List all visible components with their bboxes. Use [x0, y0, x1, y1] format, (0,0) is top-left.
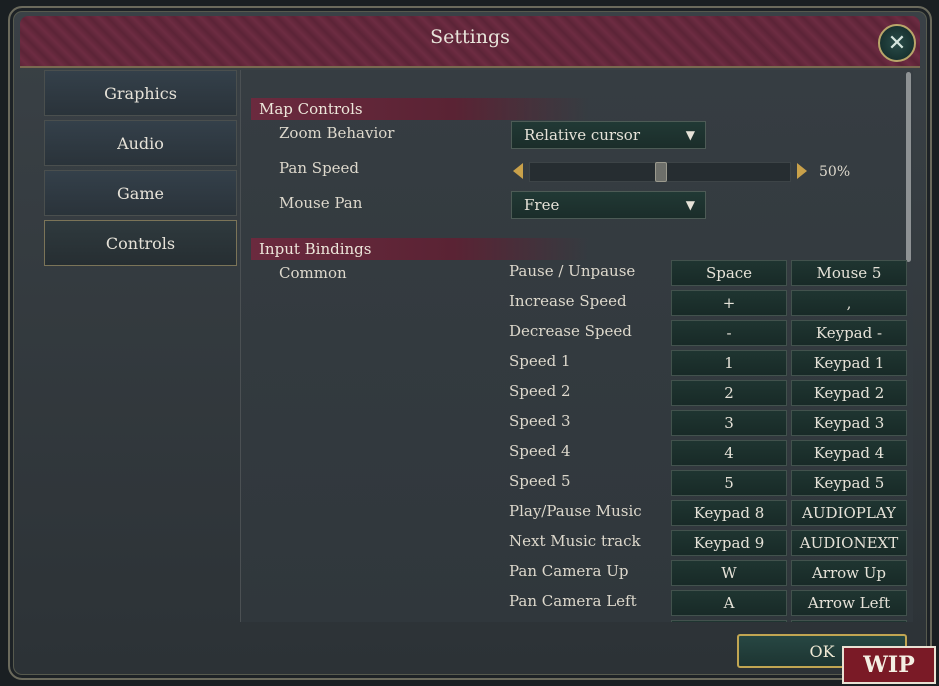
- primary-key-button[interactable]: -: [671, 320, 787, 346]
- primary-key-button[interactable]: 2: [671, 380, 787, 406]
- primary-key-button[interactable]: +: [671, 290, 787, 316]
- binding-action-label: Speed 1: [509, 352, 571, 370]
- section-header-map-controls: Map Controls: [251, 98, 589, 120]
- secondary-key-button[interactable]: Keypad 4: [791, 440, 907, 466]
- mouse-pan-dropdown[interactable]: Free ▼: [511, 191, 706, 219]
- binding-action-label: Pan Camera Up: [509, 562, 629, 580]
- tab-graphics[interactable]: Graphics: [44, 70, 237, 116]
- slider-decrease-icon[interactable]: [513, 163, 523, 179]
- dropdown-value: Free: [524, 196, 560, 214]
- controls-panel: Map Controls Zoom Behavior Relative curs…: [240, 70, 913, 622]
- primary-key-button[interactable]: 3: [671, 410, 787, 436]
- close-icon: ✕: [887, 30, 907, 56]
- primary-key-button[interactable]: Keypad 8: [671, 500, 787, 526]
- primary-key-button[interactable]: 4: [671, 440, 787, 466]
- primary-key-button[interactable]: A: [671, 590, 787, 616]
- slider-increase-icon[interactable]: [797, 163, 807, 179]
- settings-window: Settings ✕ Graphics Audio Game Controls …: [8, 6, 932, 680]
- secondary-key-button[interactable]: Arrow Up: [791, 560, 907, 586]
- binding-action-label: Pause / Unpause: [509, 262, 636, 280]
- binding-action-label: Speed 3: [509, 412, 571, 430]
- section-header-input-bindings: Input Bindings: [251, 238, 589, 260]
- title-bar: Settings ✕: [20, 16, 920, 68]
- scrollbar[interactable]: [906, 72, 911, 262]
- primary-key-button[interactable]: 1: [671, 350, 787, 376]
- close-button[interactable]: ✕: [878, 24, 916, 62]
- primary-key-button[interactable]: Keypad 9: [671, 530, 787, 556]
- pan-speed-slider[interactable]: [511, 162, 811, 182]
- slider-track[interactable]: [529, 162, 791, 182]
- binding-action-label: Speed 4: [509, 442, 571, 460]
- secondary-key-button[interactable]: AUDIOPLAY: [791, 500, 907, 526]
- binding-action-label: Increase Speed: [509, 292, 627, 310]
- secondary-key-button[interactable]: Arrow Left: [791, 590, 907, 616]
- secondary-key-button[interactable]: AUDIONEXT: [791, 530, 907, 556]
- key-button[interactable]: [791, 620, 907, 622]
- binding-action-label: Play/Pause Music: [509, 502, 642, 520]
- binding-action-label: Speed 5: [509, 472, 571, 490]
- tab-label: Graphics: [104, 83, 177, 103]
- secondary-key-button[interactable]: Keypad 3: [791, 410, 907, 436]
- wip-badge: WIP: [842, 646, 936, 684]
- binding-action-label: Decrease Speed: [509, 322, 632, 340]
- secondary-key-button[interactable]: ,: [791, 290, 907, 316]
- pan-speed-value: 50%: [819, 164, 851, 180]
- zoom-behavior-label: Zoom Behavior: [279, 124, 395, 142]
- secondary-key-button[interactable]: Keypad -: [791, 320, 907, 346]
- tab-label: Controls: [105, 233, 176, 253]
- tab-label: Game: [117, 183, 164, 203]
- settings-tabs: Graphics Audio Game Controls: [44, 70, 237, 270]
- slider-thumb[interactable]: [655, 162, 667, 182]
- primary-key-button[interactable]: W: [671, 560, 787, 586]
- ok-label: OK: [809, 641, 835, 661]
- pan-speed-label: Pan Speed: [279, 159, 360, 177]
- chevron-down-icon: ▼: [685, 128, 695, 142]
- tab-game[interactable]: Game: [44, 170, 237, 216]
- binding-action-label: Next Music track: [509, 532, 641, 550]
- secondary-key-button[interactable]: Mouse 5: [791, 260, 907, 286]
- window-title: Settings: [430, 26, 510, 48]
- secondary-key-button[interactable]: Keypad 5: [791, 470, 907, 496]
- tab-controls[interactable]: Controls: [44, 220, 237, 266]
- mouse-pan-label: Mouse Pan: [279, 194, 363, 212]
- tab-audio[interactable]: Audio: [44, 120, 237, 166]
- binding-group-label: Common: [279, 264, 347, 282]
- key-button[interactable]: [671, 620, 787, 622]
- tab-label: Audio: [117, 133, 164, 153]
- secondary-key-button[interactable]: Keypad 2: [791, 380, 907, 406]
- binding-action-label: Pan Camera Left: [509, 592, 637, 610]
- dropdown-value: Relative cursor: [524, 126, 640, 144]
- binding-action-label: Speed 2: [509, 382, 571, 400]
- primary-key-button[interactable]: 5: [671, 470, 787, 496]
- chevron-down-icon: ▼: [685, 198, 695, 212]
- zoom-behavior-dropdown[interactable]: Relative cursor ▼: [511, 121, 706, 149]
- primary-key-button[interactable]: Space: [671, 260, 787, 286]
- secondary-key-button[interactable]: Keypad 1: [791, 350, 907, 376]
